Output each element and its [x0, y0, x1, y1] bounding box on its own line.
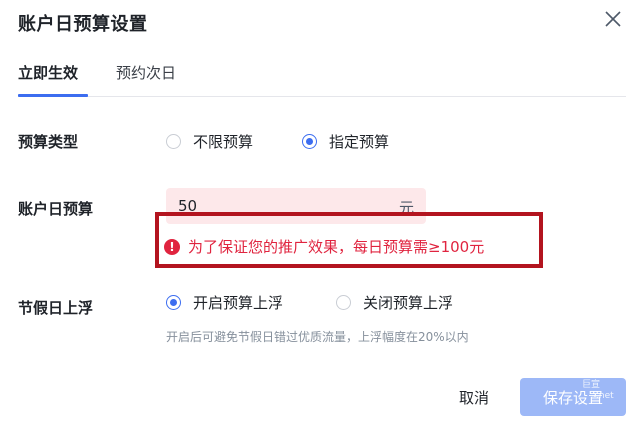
holiday-float-label: 节假日上浮	[18, 299, 94, 317]
budget-settings-dialog: 账户日预算设置 立即生效 预约次日 预算类型 不限预算 指定预算 账户日预算 5…	[0, 0, 642, 427]
holiday-float-hint: 开启后可避免节假日错过优质流量，上浮幅度在20%以内	[166, 330, 469, 344]
radio-circle-icon	[336, 295, 351, 310]
radio-label: 指定预算	[329, 133, 390, 151]
radio-circle-icon	[166, 134, 181, 149]
dialog-title: 账户日预算设置	[18, 14, 148, 35]
daily-budget-label: 账户日预算	[18, 200, 94, 218]
budget-type-label: 预算类型	[18, 133, 79, 151]
error-text: 为了保证您的推广效果，每日预算需≥100元	[188, 238, 485, 256]
radio-specified-budget[interactable]: 指定预算	[302, 131, 389, 152]
budget-error-message: ! 为了保证您的推广效果，每日预算需≥100元	[164, 236, 484, 257]
radio-checked-icon	[166, 295, 181, 310]
radio-disable-float[interactable]: 关闭预算上浮	[336, 292, 453, 313]
radio-label: 关闭预算上浮	[363, 294, 454, 312]
tab-bar: 立即生效 预约次日	[18, 60, 626, 97]
radio-label: 不限预算	[193, 133, 254, 151]
tab-immediate[interactable]: 立即生效	[18, 62, 78, 83]
error-icon: !	[164, 238, 180, 255]
radio-checked-icon	[302, 134, 317, 149]
watermark: 巨宣 .net	[582, 380, 614, 402]
watermark-line1: 巨宣	[582, 380, 601, 390]
watermark-line2: .net	[596, 391, 614, 401]
cancel-button[interactable]: 取消	[440, 378, 508, 416]
radio-label: 开启预算上浮	[193, 294, 284, 312]
tab-next-day[interactable]: 预约次日	[116, 62, 176, 83]
close-button[interactable]	[602, 8, 624, 30]
radio-enable-float[interactable]: 开启预算上浮	[166, 292, 283, 313]
close-icon	[605, 11, 621, 27]
radio-unlimited-budget[interactable]: 不限预算	[166, 131, 253, 152]
active-tab-indicator	[18, 94, 88, 97]
